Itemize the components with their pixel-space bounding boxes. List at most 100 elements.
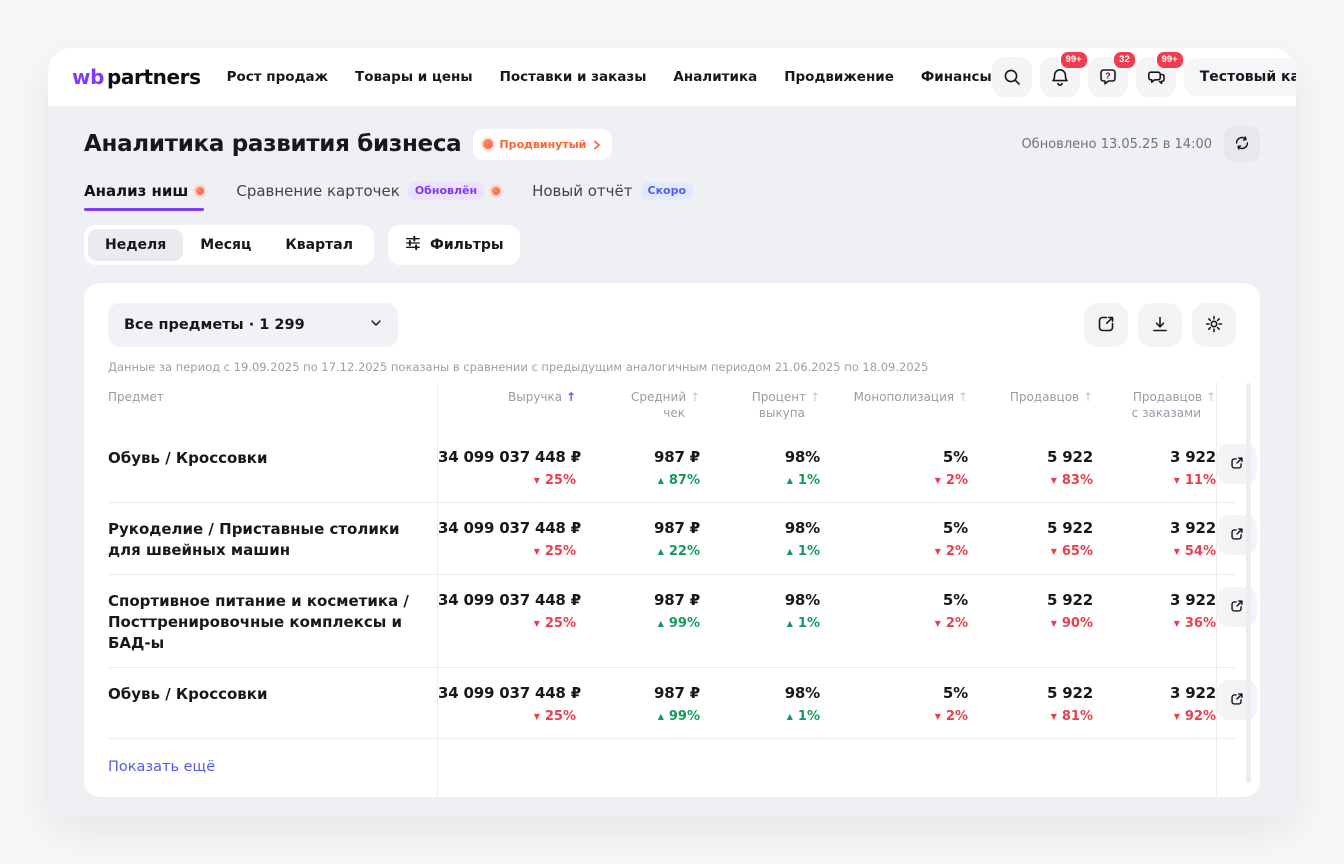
metric-delta: ▼90% <box>968 616 1093 631</box>
period-segmented-control: Неделя Месяц Квартал <box>84 225 374 265</box>
column-header[interactable]: Продавцов ↑ <box>968 382 1093 432</box>
settings-button[interactable] <box>1192 303 1236 347</box>
triangle-down-icon: ▼ <box>1051 548 1057 556</box>
refresh-button[interactable] <box>1224 126 1260 162</box>
triangle-down-icon: ▼ <box>935 713 941 721</box>
export-report-icon <box>1096 314 1116 337</box>
metric-value: 5% <box>820 448 968 466</box>
triangle-down-icon: ▼ <box>1174 620 1180 628</box>
metric-value: 34 099 037 448 ₽ <box>438 519 576 537</box>
subject-name: Обувь / Кроссовки <box>108 668 438 738</box>
metric-value: 98% <box>700 684 820 702</box>
metric-value: 987 ₽ <box>576 448 700 466</box>
column-header[interactable]: Выручка ↑ <box>438 382 576 432</box>
sort-arrow-icon: ↑ <box>1083 390 1093 404</box>
metric-value: 5 922 <box>968 684 1093 702</box>
external-link-icon <box>1228 690 1246 711</box>
open-subject-button[interactable] <box>1217 515 1257 555</box>
metric-value: 987 ₽ <box>576 591 700 609</box>
nav-item[interactable]: Продвижение <box>784 69 894 85</box>
table-row: Обувь / Кроссовки34 099 037 448 ₽▼25%987… <box>108 432 1236 503</box>
notifications-button[interactable]: 99+ <box>1040 57 1080 97</box>
metric-value: 98% <box>700 591 820 609</box>
footer-link-cell: Показать ещё <box>108 739 438 797</box>
nav-item[interactable]: Рост продаж <box>227 69 328 85</box>
triangle-up-icon: ▲ <box>787 548 793 556</box>
metric-cell: 98%▲1% <box>700 668 820 738</box>
metric-cell: 5 922▼65% <box>968 503 1093 574</box>
triangle-down-icon: ▼ <box>935 548 941 556</box>
triangle-down-icon: ▼ <box>1174 477 1180 485</box>
sort-arrow-icon: ↑ <box>690 390 700 404</box>
table-body: Обувь / Кроссовки34 099 037 448 ₽▼25%987… <box>108 432 1236 739</box>
period-controls: Неделя Месяц Квартал Фильтры <box>84 225 1260 265</box>
metric-value: 5 922 <box>968 448 1093 466</box>
metric-delta: ▲87% <box>576 473 700 488</box>
metric-value: 34 099 037 448 ₽ <box>438 591 576 609</box>
head-right: Обновлено 13.05.25 в 14:00 <box>1021 126 1260 162</box>
search-button[interactable] <box>992 57 1032 97</box>
tab-niche-analysis[interactable]: Анализ ниш <box>84 182 204 211</box>
nav-right: 99+ ? 32 99+ Тестовый кабинет <box>992 57 1296 97</box>
plan-badge[interactable]: Продвинутый <box>473 129 612 160</box>
footer-spacer <box>438 739 1216 797</box>
column-header[interactable]: Продавцов ↑с заказами <box>1093 382 1216 432</box>
messages-button[interactable]: 99+ <box>1136 57 1176 97</box>
plan-dot-icon <box>483 139 493 149</box>
open-subject-button[interactable] <box>1217 587 1257 627</box>
tab-card-comparison[interactable]: Сравнение карточек Обновлён <box>236 182 500 211</box>
metric-delta: ▼36% <box>1093 616 1216 631</box>
column-header[interactable]: Монополизация ↑ <box>820 382 968 432</box>
metric-delta: ▼2% <box>820 544 968 559</box>
open-subject-button[interactable] <box>1217 444 1257 484</box>
nav-item[interactable]: Товары и цены <box>355 69 473 85</box>
app-window: wb partners Рост продаж Товары и цены Пост… <box>48 48 1296 816</box>
metric-value: 5 922 <box>968 519 1093 537</box>
metric-cell: 5%▼2% <box>820 432 968 502</box>
period-quarter-button[interactable]: Квартал <box>268 229 370 261</box>
open-subject-button[interactable] <box>1217 680 1257 720</box>
tab-new-report[interactable]: Новый отчёт Скоро <box>532 182 693 211</box>
triangle-down-icon: ▼ <box>935 620 941 628</box>
metric-cell: 3 922▼54% <box>1093 503 1216 574</box>
help-button[interactable]: ? 32 <box>1088 57 1128 97</box>
notification-dot-icon <box>196 187 204 195</box>
metric-value: 5% <box>820 519 968 537</box>
nav-item[interactable]: Поставки и заказы <box>500 69 647 85</box>
svg-text:?: ? <box>1105 70 1110 80</box>
column-header[interactable]: Процент ↑выкупа <box>700 382 820 432</box>
logo-partners: partners <box>107 65 201 89</box>
filters-button[interactable]: Фильтры <box>388 225 520 265</box>
nav-item[interactable]: Финансы <box>921 69 992 85</box>
metric-delta: ▼11% <box>1093 473 1216 488</box>
table-row: Спортивное питание и косметика / Посттре… <box>108 575 1236 668</box>
nav-item[interactable]: Аналитика <box>673 69 757 85</box>
metric-cell: 987 ₽▲99% <box>576 575 700 667</box>
metric-cell: 5%▼2% <box>820 668 968 738</box>
tab-label: Новый отчёт <box>532 182 632 200</box>
account-selector[interactable]: Тестовый кабинет <box>1184 58 1296 96</box>
metric-delta: ▲1% <box>700 616 820 631</box>
export-report-button[interactable] <box>1084 303 1128 347</box>
period-week-button[interactable]: Неделя <box>88 229 183 261</box>
table-scrollbar[interactable] <box>1246 383 1251 783</box>
metric-cell: 34 099 037 448 ₽▼25% <box>438 575 576 667</box>
metric-delta: ▼2% <box>820 709 968 724</box>
show-more-link[interactable]: Показать ещё <box>108 759 215 775</box>
triangle-down-icon: ▼ <box>1051 713 1057 721</box>
wb-partners-logo[interactable]: wb partners <box>72 65 201 89</box>
tab-label: Анализ ниш <box>84 182 188 200</box>
soon-badge: Скоро <box>641 182 694 200</box>
table-footer-row: Показать ещё <box>108 739 1236 797</box>
plan-badge-label: Продвинутый <box>499 138 586 151</box>
sort-arrow-icon: ↑ <box>566 390 576 404</box>
period-month-button[interactable]: Месяц <box>183 229 268 261</box>
metric-cell: 34 099 037 448 ₽▼25% <box>438 668 576 738</box>
metric-delta: ▲1% <box>700 473 820 488</box>
column-header[interactable]: Средний ↑чек <box>576 382 700 432</box>
metric-cell: 34 099 037 448 ₽▼25% <box>438 432 576 502</box>
subject-filter-dropdown[interactable]: Все предметы · 1 299 <box>108 303 398 347</box>
notifications-badge: 99+ <box>1059 50 1089 70</box>
triangle-up-icon: ▲ <box>787 477 793 485</box>
download-button[interactable] <box>1138 303 1182 347</box>
